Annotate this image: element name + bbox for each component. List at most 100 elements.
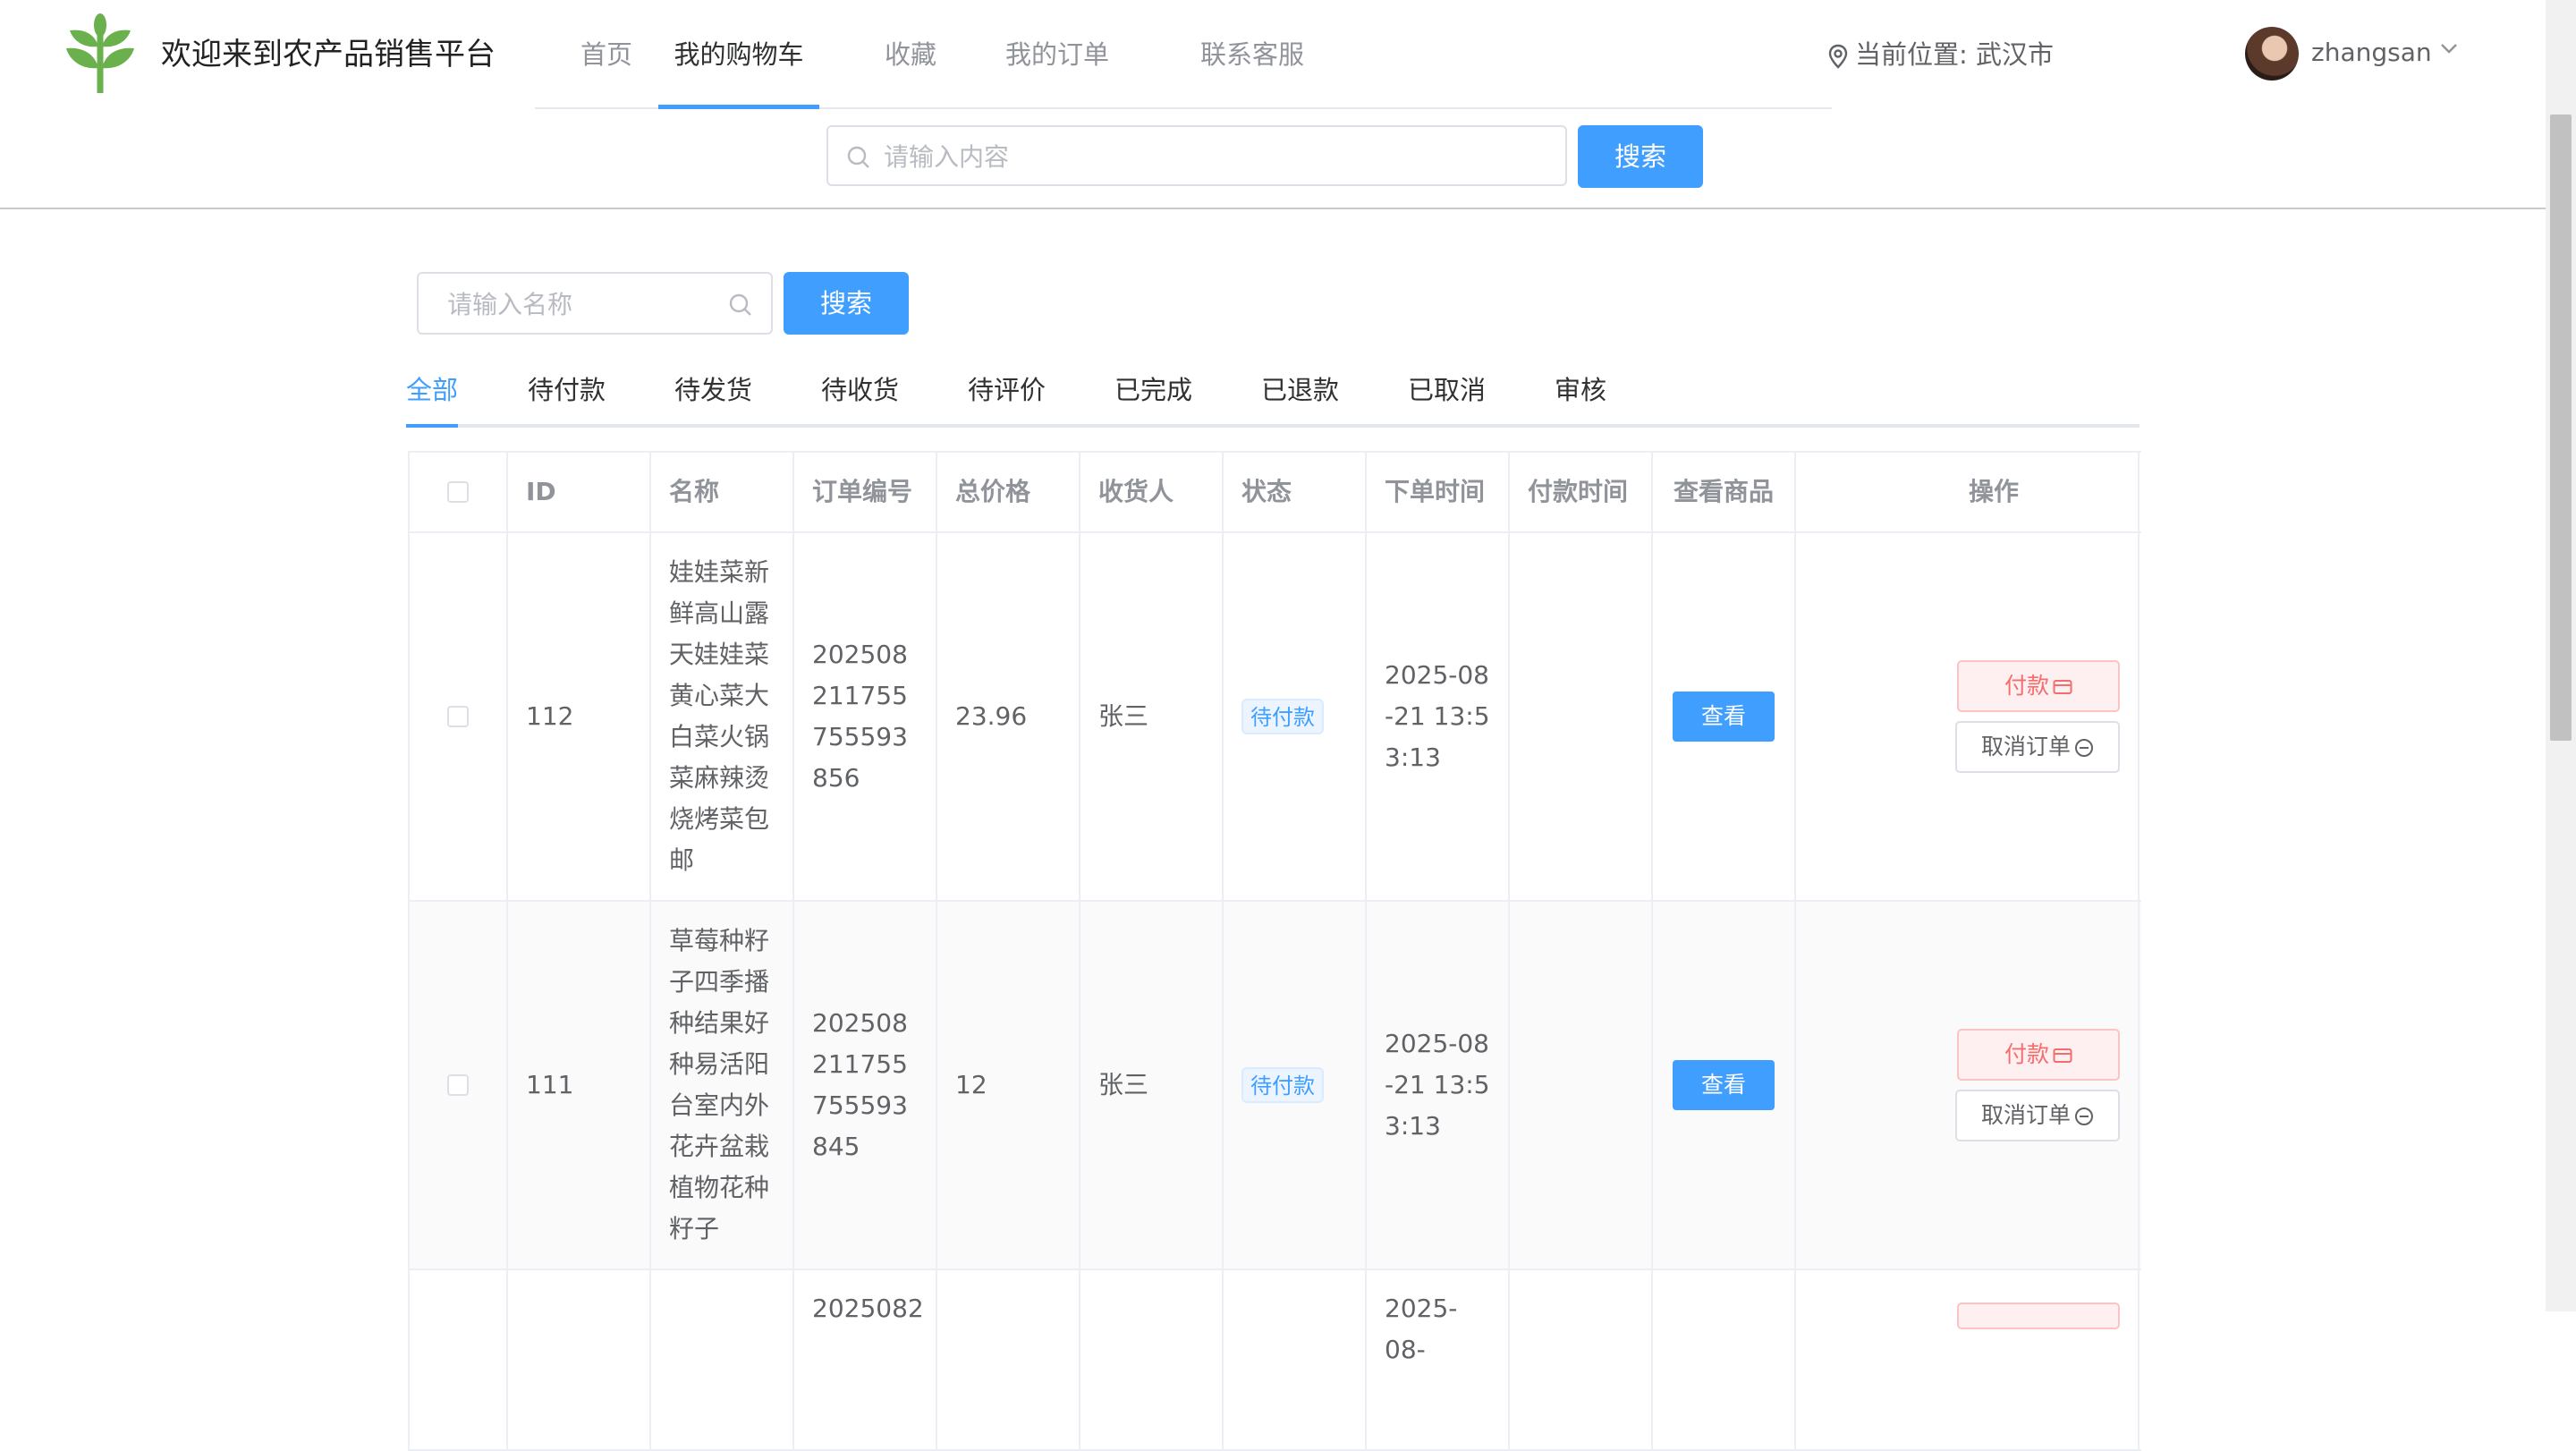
pay-button-label: 付款 xyxy=(2004,1041,2049,1067)
pay-button[interactable] xyxy=(1957,1303,2120,1329)
view-cell: 查看 xyxy=(1653,902,1796,1269)
column-header: 操作 xyxy=(1796,453,2140,531)
credit-card-icon xyxy=(2053,680,2072,694)
nav-cart[interactable]: 我的购物车 xyxy=(658,0,819,109)
table-header-row: ID 名称 订单编号 总价格 收货人 状态 下单时间 付款时间 查看商品 操作 xyxy=(410,453,2141,533)
table-row: 111 草莓种籽子四季播种结果好种易活阳台室内外花卉盆栽植物花种籽子 20250… xyxy=(410,902,2141,1270)
row-checkbox[interactable] xyxy=(447,1074,469,1096)
minus-circle-icon xyxy=(2075,739,2093,757)
cancel-order-button[interactable]: 取消订单 xyxy=(1955,721,2120,773)
order-time: 2025-08-21 13:53:13 xyxy=(1367,533,1510,900)
table-row: 2025082 2025-08- xyxy=(410,1270,2141,1451)
order-time: 2025-08-21 13:53:13 xyxy=(1367,902,1510,1269)
product-name: 娃娃菜新鲜高山露天娃娃菜黄心菜大白菜火锅菜麻辣烫烧烤菜包邮 xyxy=(651,533,794,900)
scrollbar-thumb[interactable] xyxy=(2550,115,2572,741)
column-header: 下单时间 xyxy=(1367,453,1510,531)
cancel-order-button[interactable]: 取消订单 xyxy=(1955,1090,2120,1141)
global-search-field[interactable] xyxy=(826,125,1567,186)
pay-button[interactable]: 付款 xyxy=(1957,660,2120,712)
row-actions: 付款 取消订单 xyxy=(1814,660,2120,773)
sprout-logo-icon xyxy=(66,13,134,93)
status-cell xyxy=(1224,1270,1367,1449)
search-icon xyxy=(847,146,869,168)
view-products-button[interactable]: 查看 xyxy=(1673,1060,1775,1110)
select-all-cell xyxy=(410,453,508,531)
row-select-cell xyxy=(410,902,508,1269)
tab-refunded[interactable]: 已退款 xyxy=(1261,358,1339,424)
nav-customer-service[interactable]: 联系客服 xyxy=(1181,0,1324,107)
nav-home[interactable]: 首页 xyxy=(571,0,642,107)
total-price xyxy=(937,1270,1080,1449)
avatar[interactable] xyxy=(2245,27,2299,81)
total-price: 23.96 xyxy=(937,533,1080,900)
status-cell: 待付款 xyxy=(1224,902,1367,1269)
operations-cell xyxy=(1796,1270,2140,1449)
status-badge: 待付款 xyxy=(1241,1067,1324,1103)
row-checkbox[interactable] xyxy=(447,706,469,727)
product-name: 草莓种籽子四季播种结果好种易活阳台室内外花卉盆栽植物花种籽子 xyxy=(651,902,794,1269)
view-products-button[interactable]: 查看 xyxy=(1673,692,1775,742)
orders-table: ID 名称 订单编号 总价格 收货人 状态 下单时间 付款时间 查看商品 操作 … xyxy=(408,451,2141,1451)
name-search-field[interactable] xyxy=(417,272,773,335)
table-row: 112 娃娃菜新鲜高山露天娃娃菜黄心菜大白菜火锅菜麻辣烫烧烤菜包邮 202508… xyxy=(410,533,2141,902)
select-all-checkbox[interactable] xyxy=(447,481,469,503)
operations-cell: 付款 取消订单 xyxy=(1796,533,2140,900)
receiver: 张三 xyxy=(1080,533,1224,900)
operations-cell: 付款 取消订单 xyxy=(1796,902,2140,1269)
global-search-button[interactable]: 搜索 xyxy=(1578,125,1703,188)
column-header: ID xyxy=(508,453,651,531)
column-header: 订单编号 xyxy=(794,453,937,531)
location-pin-icon xyxy=(1828,44,1848,69)
tab-pending-shipment[interactable]: 待发货 xyxy=(674,358,752,424)
order-time: 2025-08- xyxy=(1367,1270,1510,1449)
order-number: 202508211755755593856 xyxy=(794,533,937,900)
column-header: 状态 xyxy=(1224,453,1367,531)
tab-audit[interactable]: 审核 xyxy=(1555,358,1606,424)
order-id: 112 xyxy=(508,533,651,900)
nav-favorites[interactable]: 收藏 xyxy=(875,0,946,107)
cancel-order-label: 取消订单 xyxy=(1980,1102,2071,1128)
site-title: 欢迎来到农产品销售平台 xyxy=(161,37,496,72)
tab-completed[interactable]: 已完成 xyxy=(1114,358,1192,424)
column-header: 付款时间 xyxy=(1510,453,1653,531)
top-header: 欢迎来到农产品销售平台 首页 我的购物车 收藏 我的订单 联系客服 当前位置: … xyxy=(0,0,2546,209)
pay-button-label: 付款 xyxy=(2004,673,2049,699)
status-cell: 待付款 xyxy=(1224,533,1367,900)
column-header: 总价格 xyxy=(937,453,1080,531)
status-badge: 待付款 xyxy=(1241,699,1324,734)
global-search-input[interactable] xyxy=(882,127,1547,186)
order-number: 202508211755755593845 xyxy=(794,902,937,1269)
minus-circle-icon xyxy=(2075,1107,2093,1125)
total-price: 12 xyxy=(937,902,1080,1269)
order-status-tabs: 全部 待付款 待发货 待收货 待评价 已完成 已退款 已取消 审核 xyxy=(406,358,2140,428)
receiver: 张三 xyxy=(1080,902,1224,1269)
nav-my-orders[interactable]: 我的订单 xyxy=(995,0,1120,107)
tab-pending-review[interactable]: 待评价 xyxy=(968,358,1046,424)
pay-time xyxy=(1510,533,1653,900)
view-cell xyxy=(1653,1270,1796,1449)
product-name xyxy=(651,1270,794,1449)
current-location: 当前位置: 武汉市 xyxy=(1828,34,2054,75)
order-id xyxy=(508,1270,651,1449)
tab-pending-receipt[interactable]: 待收货 xyxy=(821,358,899,424)
pay-button[interactable]: 付款 xyxy=(1957,1029,2120,1081)
view-cell: 查看 xyxy=(1653,533,1796,900)
tab-pending-payment[interactable]: 待付款 xyxy=(528,358,606,424)
row-select-cell xyxy=(410,533,508,900)
column-header: 查看商品 xyxy=(1653,453,1796,531)
tab-all[interactable]: 全部 xyxy=(406,358,459,428)
search-icon[interactable] xyxy=(728,293,753,318)
username[interactable]: zhangsan xyxy=(2311,32,2432,73)
name-search-button[interactable]: 搜索 xyxy=(784,272,909,335)
cancel-order-label: 取消订单 xyxy=(1980,734,2071,759)
chevron-down-icon[interactable] xyxy=(2438,38,2460,59)
order-number: 2025082 xyxy=(794,1270,937,1449)
pay-time xyxy=(1510,902,1653,1269)
pay-time xyxy=(1510,1270,1653,1449)
location-label: 当前位置: 武汉市 xyxy=(1855,39,2054,70)
order-id: 111 xyxy=(508,902,651,1269)
row-actions: 付款 取消订单 xyxy=(1814,1029,2120,1141)
page-scrollbar[interactable] xyxy=(2546,0,2576,1311)
tab-cancelled[interactable]: 已取消 xyxy=(1408,358,1486,424)
name-search-input[interactable] xyxy=(445,274,717,335)
